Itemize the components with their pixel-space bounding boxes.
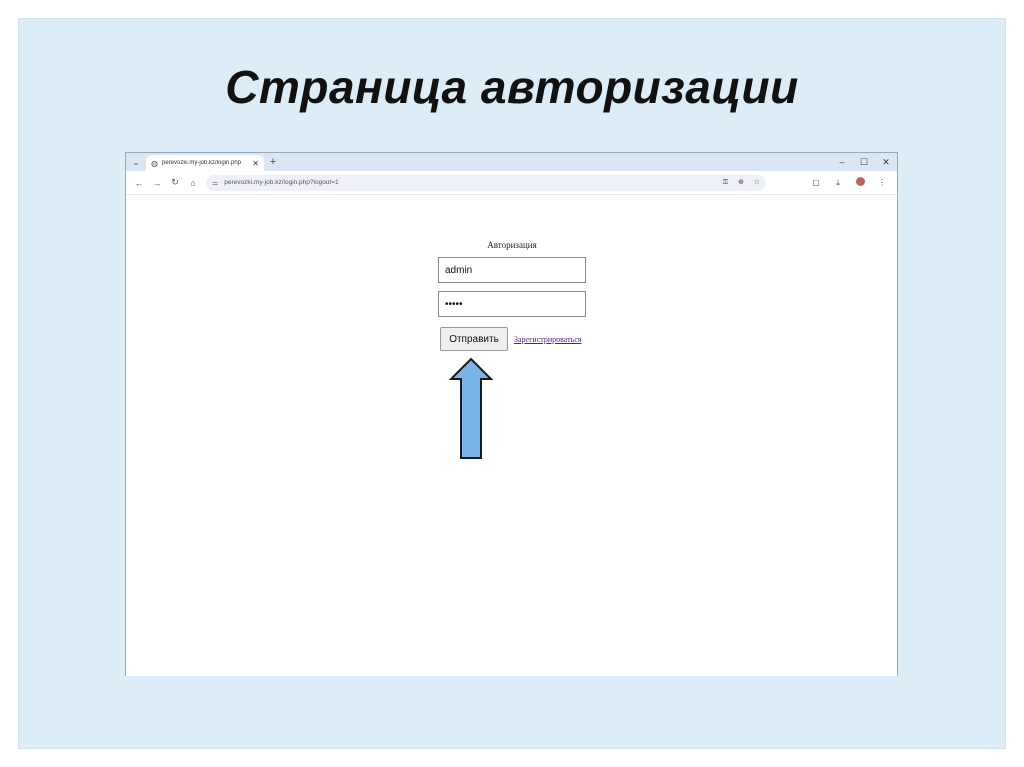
url-field[interactable]: ⚌ perevozki.my-job.kz/login.php?logout=1…	[206, 174, 766, 191]
download-icon[interactable]: ⤓	[827, 178, 849, 188]
arrow-shape	[449, 357, 493, 459]
arrow-left-icon[interactable]: ←	[130, 178, 148, 188]
tab-bar: ⌄ ◍ perevozki.my-job.kz/login.php ✕ + – …	[126, 153, 897, 171]
slide-title: Страница авторизации	[225, 61, 799, 113]
avatar	[855, 177, 865, 186]
omnibox-icons: ⚿ ⊕ ☆	[715, 178, 760, 187]
password-input[interactable]	[438, 291, 586, 317]
avatar-icon[interactable]	[849, 177, 871, 188]
puzzle-icon[interactable]: ▢	[805, 178, 827, 187]
arrow-up-icon	[449, 357, 493, 459]
key-icon[interactable]: ⚿	[723, 179, 728, 186]
home-icon[interactable]: ⌂	[184, 178, 202, 188]
address-bar: ← → ↻ ⌂ ⚌ perevozki.my-job.kz/login.php?…	[126, 171, 897, 195]
toolbar-right: ▢ ⤓ ⋮	[805, 177, 893, 188]
close-icon[interactable]: ✕	[252, 159, 259, 168]
submit-button[interactable]: Отправить	[440, 327, 508, 351]
chevron-down-icon[interactable]: ⌄	[126, 153, 146, 171]
kebab-menu-icon[interactable]: ⋮	[871, 178, 893, 187]
tune-icon[interactable]: ⚌	[212, 179, 218, 187]
register-link[interactable]: Зарегистрироваться	[514, 335, 582, 344]
arrow-right-icon[interactable]: →	[148, 178, 166, 188]
maximize-icon[interactable]: ☐	[853, 157, 875, 168]
minimize-icon[interactable]: –	[831, 157, 853, 168]
tab-title: perevozki.my-job.kz/login.php	[161, 160, 242, 166]
url-text: perevozki.my-job.kz/login.php?logout=1	[224, 179, 339, 186]
plus-icon[interactable]: +	[264, 156, 282, 168]
window-controls: – ☐ ✕	[831, 157, 897, 168]
page-content: Авторизация Отправить Зарегистрироваться	[126, 195, 897, 676]
login-input[interactable]	[438, 257, 586, 283]
star-icon[interactable]: ☆	[754, 179, 760, 186]
zoom-icon[interactable]: ⊕	[738, 179, 744, 186]
form-caption: Авторизация	[487, 240, 537, 250]
browser-window: ⌄ ◍ perevozki.my-job.kz/login.php ✕ + – …	[125, 152, 898, 676]
globe-icon: ◍	[151, 158, 158, 168]
browser-tab[interactable]: ◍ perevozki.my-job.kz/login.php ✕	[146, 155, 264, 171]
close-window-icon[interactable]: ✕	[875, 157, 897, 168]
reload-icon[interactable]: ↻	[166, 177, 184, 188]
